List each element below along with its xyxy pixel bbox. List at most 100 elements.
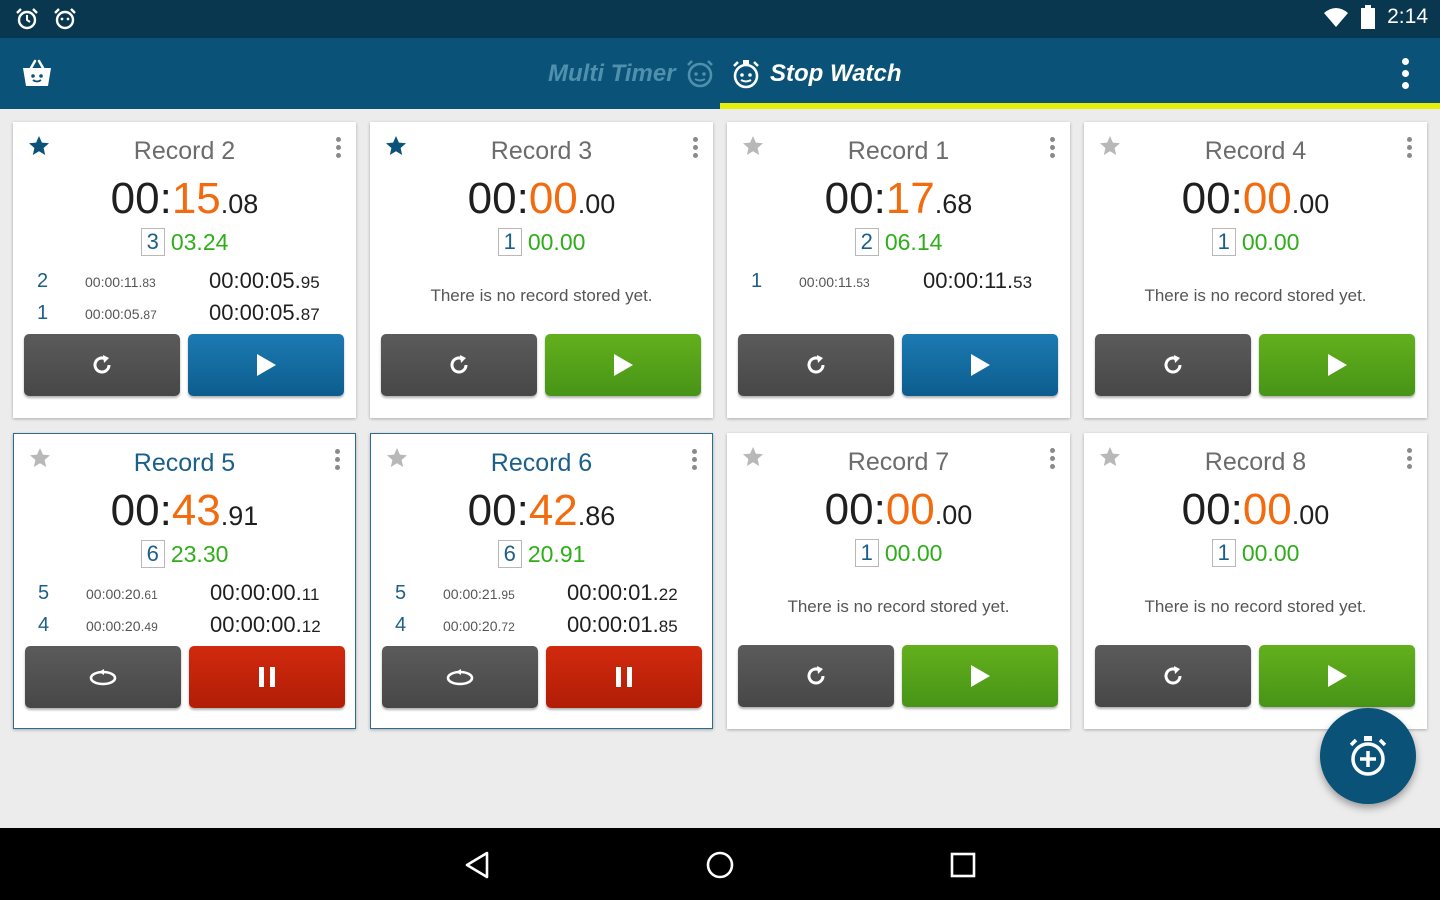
lap-records: 1 00:00:11.53 00:00:11.53 [727, 266, 1070, 298]
lap-record-row: 4 00:00:20.49 00:00:00.12 [14, 610, 355, 642]
reset-button[interactable] [1095, 334, 1251, 396]
status-time: 2:14 [1387, 5, 1428, 28]
battery-icon [1361, 5, 1376, 29]
status-bar: 2:14 [0, 0, 1440, 38]
play-icon [971, 354, 990, 376]
store-button[interactable] [18, 54, 56, 92]
lap-record-split: 00:00:00.11 [210, 580, 320, 605]
play-button[interactable] [1259, 334, 1415, 396]
lap-record-row: 4 00:00:20.72 00:00:01.85 [371, 610, 712, 642]
wifi-icon [1324, 8, 1349, 27]
lap-time: 23.30 [170, 541, 229, 567]
lap-icon [89, 669, 117, 686]
current-lap: 1 00.00 [370, 228, 713, 256]
current-lap: 2 06.14 [727, 228, 1070, 256]
multi-timer-clock-icon [686, 59, 713, 87]
reset-icon [1164, 666, 1182, 685]
home-button[interactable] [699, 844, 741, 886]
lap-record-total: 00:00:21.95 [443, 586, 515, 602]
status-indicators: 2:14 [1323, 5, 1428, 29]
lap-record-row: 5 00:00:20.61 00:00:00.11 [14, 578, 355, 610]
lap-record-index: 5 [38, 582, 50, 604]
stopwatch-icon [733, 59, 759, 88]
card-title: Record 3 [490, 137, 593, 165]
play-button[interactable] [188, 334, 344, 396]
reset-icon [93, 355, 111, 374]
lap-time: 00.00 [1241, 540, 1300, 566]
lap-record-index: 4 [38, 614, 50, 636]
play-button[interactable] [545, 334, 701, 396]
lap-time: 03.24 [170, 229, 229, 255]
lap-button[interactable] [382, 646, 538, 708]
alarm-icon [16, 8, 38, 30]
reset-button[interactable] [1095, 645, 1251, 707]
elapsed-time: 00:43.91 [110, 486, 259, 535]
current-lap: 1 00.00 [1084, 539, 1427, 567]
elapsed-time: 00:17.68 [824, 174, 973, 223]
lap-record-split: 00:00:05.95 [209, 268, 320, 293]
reset-icon [807, 666, 825, 685]
card-title: Record 8 [1204, 448, 1307, 476]
play-button[interactable] [1259, 645, 1415, 707]
play-icon [971, 665, 990, 687]
back-icon [465, 851, 489, 879]
lap-record-split: 00:00:01.85 [567, 612, 678, 637]
elapsed-time: 00:00.00 [467, 174, 616, 223]
tab-stop-watch-label: Stop Watch [770, 59, 902, 87]
lap-record-total: 00:00:20.49 [86, 618, 158, 634]
lap-record-total: 00:00:20.72 [443, 618, 515, 634]
recents-button[interactable] [942, 844, 984, 886]
store-bag-icon [23, 59, 51, 86]
tab-multi-timer[interactable]: Multi Timer [548, 38, 716, 109]
lap-button[interactable] [25, 646, 181, 708]
add-stopwatch-button[interactable] [1320, 708, 1416, 804]
current-lap: 6 20.91 [371, 540, 712, 568]
reset-button[interactable] [738, 645, 894, 707]
card-title: Record 7 [847, 448, 950, 476]
tab-stop-watch[interactable]: Stop Watch [730, 38, 902, 109]
lap-record-row: 1 00:00:05.87 00:00:05.87 [13, 298, 356, 330]
lap-records: 5 00:00:20.61 00:00:00.11 4 00:00:20.49 … [14, 578, 355, 642]
stopwatch-card: Record 7 00:00.00 1 00.00 There is no re… [727, 433, 1070, 729]
empty-record-message: There is no record stored yet. [787, 597, 1010, 616]
lap-count: 2 [854, 228, 879, 256]
lap-record-total: 00:00:11.83 [85, 274, 156, 290]
overflow-menu-icon [1401, 57, 1409, 65]
pause-button[interactable] [546, 646, 702, 708]
play-button[interactable] [902, 645, 1058, 707]
elapsed-time: 00:00.00 [1181, 485, 1330, 534]
lap-time: 00.00 [527, 229, 586, 255]
empty-record-message: There is no record stored yet. [1144, 286, 1367, 305]
stopwatch-card: Record 4 00:00.00 1 00.00 There is no re… [1084, 122, 1427, 418]
reset-button[interactable] [738, 334, 894, 396]
reset-icon [1164, 355, 1182, 374]
lap-record-total: 00:00:11.53 [799, 274, 870, 290]
stopwatch-card: Record 6 00:42.86 6 20.91 5 00:00:21.95 … [370, 433, 713, 729]
lap-record-row: 1 00:00:11.53 00:00:11.53 [727, 266, 1070, 298]
status-notifications [14, 6, 78, 32]
lap-record-total: 00:00:05.87 [85, 306, 157, 322]
reset-button[interactable] [381, 334, 537, 396]
lap-count: 1 [497, 228, 522, 256]
add-stopwatch-icon [1349, 736, 1387, 776]
overflow-menu-button[interactable] [1390, 52, 1420, 94]
stopwatch-grid: Record 2 00:15.08 3 03.24 2 00:00:11.83 … [0, 109, 1440, 828]
app-bar: Multi Timer Stop Watch [0, 38, 1440, 109]
stopwatch-card: Record 8 00:00.00 1 00.00 There is no re… [1084, 433, 1427, 729]
reset-button[interactable] [24, 334, 180, 396]
pause-button[interactable] [189, 646, 345, 708]
recents-icon [950, 852, 976, 878]
card-title: Record 5 [133, 449, 236, 477]
lap-record-index: 1 [751, 270, 763, 292]
current-lap: 1 00.00 [1084, 228, 1427, 256]
lap-record-index: 1 [37, 302, 49, 324]
lap-time: 00.00 [1241, 229, 1300, 255]
pause-icon [616, 667, 632, 687]
back-button[interactable] [456, 844, 498, 886]
stopwatch-card: Record 1 00:17.68 2 06.14 1 00:00:11.53 … [727, 122, 1070, 418]
lap-count: 6 [497, 540, 522, 568]
lap-record-split: 00:00:11.53 [923, 268, 1033, 293]
play-icon [1328, 665, 1347, 687]
play-button[interactable] [902, 334, 1058, 396]
reset-icon [807, 355, 825, 374]
